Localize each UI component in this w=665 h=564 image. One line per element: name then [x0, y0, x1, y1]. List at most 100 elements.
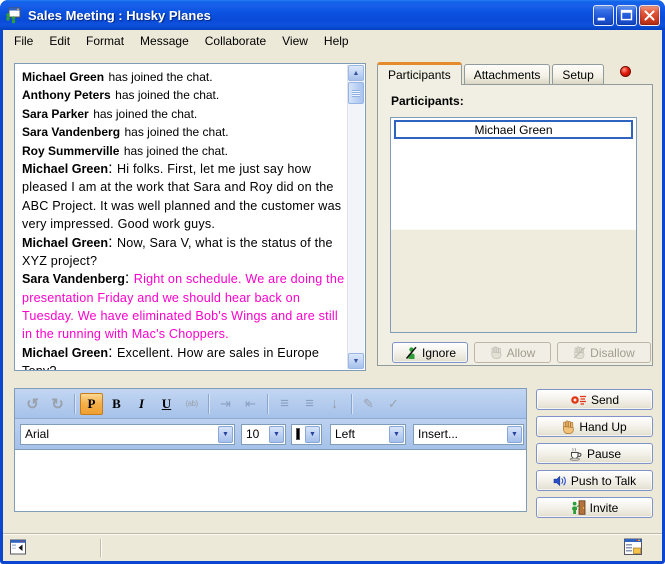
participants-heading: Participants: — [391, 94, 464, 108]
action-button-stack: Send Hand Up Pause Push to Talk Invite — [536, 389, 653, 524]
participant-buttons: Ignore Allow Disallow — [392, 342, 651, 363]
chat-message: Michael Green: Excellent. How are sales … — [22, 344, 346, 370]
spelling-button[interactable]: ✓ — [382, 393, 405, 415]
chat-message: Michael Green: Hi folks. First, let me j… — [22, 160, 346, 234]
plain-text-icon: (ab) — [185, 399, 197, 408]
indent-decrease-button[interactable]: ⇤ — [239, 393, 262, 415]
push-to-talk-button[interactable]: Push to Talk — [536, 470, 653, 491]
allow-button: Allow — [474, 342, 551, 363]
message-text: has joined the chat. — [93, 107, 197, 121]
button-label: Pause — [587, 447, 621, 461]
toolbar-separator — [267, 394, 268, 414]
maximize-button[interactable] — [616, 5, 637, 26]
alignment-select[interactable]: Left▼ — [330, 424, 406, 445]
scroll-up-icon[interactable]: ▲ — [348, 65, 364, 81]
send-icon — [570, 394, 587, 406]
window-controls — [593, 5, 660, 26]
signature-icon: ✎ — [363, 396, 374, 412]
compose-panel: ↺↻PBIU(ab)⇥⇤≡≡↓✎✓ Arial▼10▼▼Left▼Insert.… — [14, 388, 527, 512]
bullet-list-button[interactable]: ≡ — [298, 393, 321, 415]
button-label: Ignore — [422, 346, 456, 360]
dropdown-arrow-icon[interactable]: ▼ — [389, 426, 404, 443]
toolbar-separator — [351, 394, 352, 414]
pause-button[interactable]: Pause — [536, 443, 653, 464]
menu-item-message[interactable]: Message — [132, 32, 197, 50]
underline-button[interactable]: U — [155, 393, 178, 415]
menu-bar: FileEditFormatMessageCollaborateViewHelp — [3, 30, 662, 52]
arrow-down-icon: ↓ — [331, 395, 339, 412]
tab-setup[interactable]: Setup — [552, 64, 603, 84]
paragraph-icon: P — [88, 396, 96, 412]
disallow-icon — [573, 346, 586, 359]
menu-item-help[interactable]: Help — [316, 32, 357, 50]
sender-name: Sara Vandenberg — [22, 125, 120, 139]
bold-button[interactable]: B — [105, 393, 128, 415]
menu-item-file[interactable]: File — [6, 32, 41, 50]
button-label: Allow — [507, 346, 536, 360]
scroll-down-icon[interactable]: ▼ — [348, 353, 364, 369]
window-title: Sales Meeting : Husky Planes — [28, 8, 588, 23]
signature-button[interactable]: ✎ — [357, 393, 380, 415]
dropdown-arrow-icon[interactable]: ▼ — [218, 426, 233, 443]
font-size-select[interactable]: 10▼ — [241, 424, 286, 445]
insert-select[interactable]: Insert...▼ — [413, 424, 524, 445]
sender-name: Michael Green — [22, 162, 108, 176]
insert-below-button[interactable]: ↓ — [323, 393, 346, 415]
redo-button[interactable]: ↻ — [46, 393, 69, 415]
title-bar[interactable]: Sales Meeting : Husky Planes — [0, 0, 665, 30]
button-label: Disallow — [590, 346, 635, 360]
font-family-select[interactable]: Arial▼ — [20, 424, 235, 445]
message-separator: : — [125, 270, 134, 287]
voice-window-icon[interactable] — [10, 539, 27, 561]
color-swatch — [296, 428, 300, 440]
allow-icon — [490, 346, 503, 359]
font-controls-row: Arial▼10▼▼Left▼Insert...▼ — [15, 419, 526, 449]
menu-item-edit[interactable]: Edit — [41, 32, 78, 50]
message-text: has joined the chat. — [115, 88, 219, 102]
numbered-list-button[interactable]: ≡ — [273, 393, 296, 415]
message-input[interactable] — [15, 450, 526, 511]
window-content: FileEditFormatMessageCollaborateViewHelp… — [3, 30, 662, 561]
bullet-list-icon: ≡ — [305, 395, 314, 412]
chat-scrollbar[interactable]: ▲ ▼ — [347, 65, 364, 369]
paragraph-style-button[interactable]: P — [80, 393, 103, 415]
ignore-button[interactable]: Ignore — [392, 342, 468, 363]
participant-list[interactable]: Michael Green — [390, 117, 637, 333]
thumb-grip — [352, 90, 360, 97]
send-button[interactable]: Send — [536, 389, 653, 410]
minimize-button[interactable] — [593, 5, 614, 26]
invite-button[interactable]: Invite — [536, 497, 653, 518]
tab-label: Attachments — [474, 68, 541, 82]
message-separator: : — [108, 160, 117, 177]
dropdown-arrow-icon[interactable]: ▼ — [269, 426, 284, 443]
participant-item[interactable]: Michael Green — [394, 120, 633, 139]
menu-item-collaborate[interactable]: Collaborate — [197, 32, 274, 50]
menu-item-view[interactable]: View — [274, 32, 316, 50]
sender-name: Michael Green — [22, 346, 108, 360]
scrollbar-thumb[interactable] — [348, 82, 364, 104]
dropdown-arrow-icon[interactable]: ▼ — [305, 426, 320, 443]
plain-text-button[interactable]: (ab) — [180, 393, 203, 415]
italic-button[interactable]: I — [130, 393, 153, 415]
hand-up-button[interactable]: Hand Up — [536, 416, 653, 437]
tab-attachments[interactable]: Attachments — [464, 64, 551, 84]
chat-message: Sara Parker has joined the chat. — [22, 105, 346, 123]
toolbar-separator — [208, 394, 209, 414]
format-toolbar: ↺↻ PBIU (ab) ⇥⇤ ≡ ≡ ↓ ✎ ✓ — [15, 389, 526, 419]
chat-message: Sara Vandenberg has joined the chat. — [22, 123, 346, 141]
combo-value: 10 — [242, 427, 268, 441]
sender-name: Sara Parker — [22, 107, 89, 121]
sender-name: Sara Vandenberg — [22, 272, 125, 286]
layout-window-icon[interactable] — [624, 538, 644, 561]
tab-participants[interactable]: Participants — [377, 62, 462, 85]
chat-message: Sara Vandenberg: Right on schedule. We a… — [22, 270, 346, 344]
sender-name: Anthony Peters — [22, 88, 111, 102]
message-separator: : — [108, 344, 117, 361]
button-label: Push to Talk — [571, 474, 636, 488]
undo-button[interactable]: ↺ — [21, 393, 44, 415]
font-color-select[interactable]: ▼ — [291, 424, 322, 445]
indent-increase-button[interactable]: ⇥ — [214, 393, 237, 415]
close-button[interactable] — [639, 5, 660, 26]
dropdown-arrow-icon[interactable]: ▼ — [507, 426, 522, 443]
menu-item-format[interactable]: Format — [78, 32, 132, 50]
